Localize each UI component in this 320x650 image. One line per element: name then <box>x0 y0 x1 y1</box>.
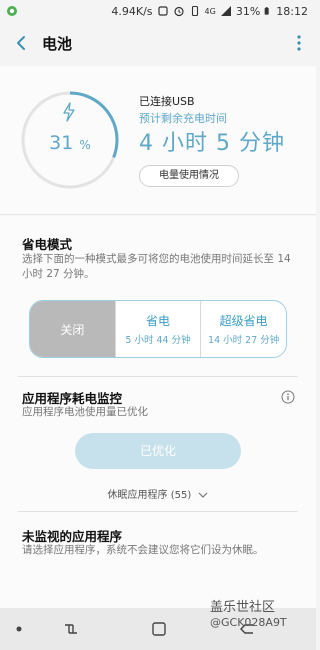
recents-button[interactable] <box>56 608 86 650</box>
sleeping-apps-expander[interactable]: 休眠应用程序 (55) <box>0 486 316 501</box>
remaining-label: 预计剩余充电时间 <box>139 112 227 125</box>
watermark: 盖乐世社区 @GCK028A9T <box>210 600 310 630</box>
watermark-line2: @GCK028A9T <box>210 616 287 629</box>
net-speed: 4.94K/s <box>111 4 153 18</box>
app-bar: 电池 <box>0 22 316 64</box>
mode-off-option[interactable]: 关闭 <box>30 301 115 357</box>
charging-bolt-icon <box>63 102 75 122</box>
app-monitor-description: 应用程序电池使用量已优化 <box>22 406 148 418</box>
signal-icon <box>220 6 231 16</box>
battery-summary-card: 31 % 已连接USB 预计剩余充电时间 4 小时 5 分钟 电量使用情况 <box>0 66 316 215</box>
nav-dot-button[interactable] <box>8 608 30 650</box>
app-notification-icon <box>7 6 17 16</box>
home-button[interactable] <box>144 608 174 650</box>
sleeping-apps-label: 休眠应用程序 (55) <box>107 490 192 501</box>
connection-status: 已连接USB <box>139 95 195 108</box>
info-icon[interactable] <box>281 390 295 404</box>
power-mode-selector: 关闭 省电 5 小时 44 分钟 超级省电 14 小时 27 分钟 <box>29 300 287 358</box>
nfc-icon <box>157 6 168 16</box>
alarm-icon <box>173 6 184 17</box>
battery-charging-icon <box>264 7 269 15</box>
battery-usage-button[interactable]: 电量使用情况 <box>139 165 239 187</box>
mode-ultra-time: 14 小时 27 分钟 <box>208 335 280 346</box>
mode-ultra-label: 超级省电 <box>219 314 268 328</box>
divider <box>18 511 298 512</box>
back-button[interactable] <box>0 22 42 64</box>
page-title: 电池 <box>42 34 73 53</box>
optimized-button[interactable]: 已优化 <box>75 433 241 469</box>
unmonitored-apps-description: 请选择应用程序，系统不会建议您将它们设为休眠。 <box>22 544 264 556</box>
network-type: 4G <box>204 6 216 16</box>
remaining-time: 4 小时 5 分钟 <box>139 131 285 156</box>
mode-ultra-option[interactable]: 超级省电 14 小时 27 分钟 <box>201 301 286 357</box>
battery-percent: 31 % <box>20 132 120 154</box>
status-bar: 4.94K/s 4G 31% 18:12 <box>0 0 316 22</box>
mode-save-time: 5 小时 44 分钟 <box>125 335 191 346</box>
vibrate-icon <box>191 5 198 17</box>
dot-icon <box>16 626 22 632</box>
more-options-button[interactable] <box>282 22 316 64</box>
power-mode-title: 省电模式 <box>22 237 73 252</box>
watermark-line1: 盖乐世社区 <box>210 600 276 615</box>
recents-icon <box>65 624 77 634</box>
battery-percent-status: 31% <box>235 4 261 18</box>
divider <box>18 376 298 377</box>
home-icon <box>152 622 166 636</box>
mode-save-label: 省电 <box>146 314 171 328</box>
more-vert-icon <box>297 35 301 51</box>
mode-save-option[interactable]: 省电 5 小时 44 分钟 <box>114 301 202 357</box>
mode-off-label: 关闭 <box>60 322 85 337</box>
power-mode-description: 选择下面的一种模式最多可将您的电池使用时间延长至 14 小时 27 分钟。 <box>22 253 291 280</box>
battery-percent-value: 31 <box>49 132 74 154</box>
battery-percent-unit: % <box>79 138 91 152</box>
back-arrow-icon <box>17 36 25 50</box>
clock: 18:12 <box>276 4 308 18</box>
chevron-down-icon <box>199 492 208 498</box>
